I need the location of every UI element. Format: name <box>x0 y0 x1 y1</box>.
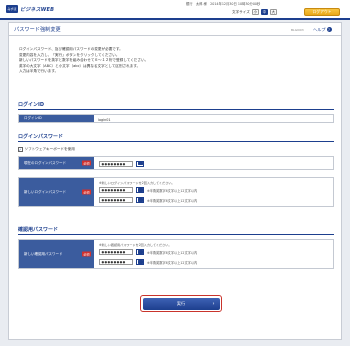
software-keyboard-option[interactable]: ✓ ソフトウェアキーボードを使用 <box>18 147 75 152</box>
required-badge: 必須 <box>81 189 91 195</box>
new-confirm-password-hint: ※新しい確認用パスワードを2回入力してください。 <box>99 243 172 247</box>
login-id-label-text: ログインID <box>24 116 42 120</box>
login-id-value: login01 <box>98 117 111 122</box>
new-login-password-cell: ※新しいログインパスワードを2回入力してください。 ●●●●●●●● ※半角英数… <box>94 178 333 206</box>
execute-button[interactable]: 実行 › <box>142 297 220 310</box>
new-confirm-password-label: 新しい確認用パスワード 必須 <box>19 240 94 268</box>
new-confirm-password-label-text: 新しい確認用パスワード <box>24 251 63 256</box>
new-login-password-hint: ※新しいログインパスワードを2回入力してください。 <box>99 181 175 185</box>
screen-id: BLGI003 <box>291 27 304 32</box>
help-link[interactable]: ヘルプ ? <box>313 27 332 33</box>
new-confirm-password-row: 新しい確認用パスワード 必須 ※新しい確認用パスワードを2回入力してください。 … <box>18 239 334 269</box>
current-login-password-row: 現在のログインパスワード 必須 ●●●●●●●● <box>18 156 334 170</box>
text-size-control: 文字サイズ 小 中 大 <box>232 9 277 15</box>
new-login-password-input[interactable]: ●●●●●●●● <box>99 187 133 193</box>
text-size-medium-button[interactable]: 中 <box>260 9 268 15</box>
software-keyboard-label: ソフトウェアキーボードを使用 <box>24 147 75 151</box>
new-confirm-password-confirm-input[interactable]: ●●●●●●●● <box>99 259 133 265</box>
execute-button-frame: 実行 › <box>140 295 222 312</box>
text-size-label: 文字サイズ <box>232 9 250 14</box>
password-rule-note: ※半角英数字6文字以上12文字以内 <box>147 199 198 203</box>
section-divider <box>18 234 334 235</box>
required-badge: 必須 <box>81 160 91 166</box>
password-rule-note: ※半角英数字6文字以上12文字以内 <box>147 251 198 255</box>
current-login-password-cell: ●●●●●●●● <box>94 157 333 169</box>
text-size-large-button[interactable]: 大 <box>269 9 277 15</box>
section-divider <box>18 141 334 142</box>
new-confirm-password-input[interactable]: ●●●●●●●● <box>99 249 133 255</box>
header-divider <box>0 18 350 20</box>
new-login-password-confirm-input[interactable]: ●●●●●●●● <box>99 197 133 203</box>
logo-mark: みずほ <box>6 5 18 13</box>
login-id-heading: ログインID <box>18 102 45 108</box>
software-keyboard-checkbox[interactable]: ✓ <box>18 147 23 152</box>
current-login-password-label-text: 現在のログインパスワード <box>24 160 66 165</box>
execute-label: 実行 <box>176 300 186 306</box>
user-login-info: 銀行 太郎 様 2014年12月30日 10時30分00秒 <box>186 2 261 6</box>
main-panel: パスワード強制変更 BLGI003 ヘルプ ? ログインパスワード、及び確認用パ… <box>8 22 342 340</box>
new-login-password-row: 新しいログインパスワード 必須 ※新しいログインパスワードを2回入力してください… <box>18 177 334 207</box>
logo-text: ビジネスWEB <box>20 6 55 13</box>
page-title: パスワード強制変更 <box>14 27 61 33</box>
current-login-password-label: 現在のログインパスワード 必須 <box>19 157 94 169</box>
keyboard-icon[interactable] <box>136 187 144 193</box>
login-id-row: ログインID login01 <box>18 114 334 123</box>
required-badge: 必須 <box>81 251 91 257</box>
section-divider <box>18 109 334 110</box>
app-header: みずほ ビジネスWEB 銀行 太郎 様 2014年12月30日 10時30分00… <box>0 0 350 18</box>
password-rule-note: ※半角英数字6文字以上12文字以内 <box>147 189 198 193</box>
help-label: ヘルプ <box>313 26 326 32</box>
login-password-heading: ログインパスワード <box>18 134 64 140</box>
help-icon: ? <box>326 27 332 32</box>
title-bar: パスワード強制変更 BLGI003 ヘルプ ? <box>9 23 341 36</box>
new-login-password-label-text: 新しいログインパスワード <box>24 189 66 194</box>
logo: みずほ ビジネスWEB <box>6 5 54 13</box>
chevron-right-icon: › <box>212 300 215 307</box>
new-confirm-password-cell: ※新しい確認用パスワードを2回入力してください。 ●●●●●●●● ※半角英数字… <box>94 240 333 268</box>
logout-button[interactable]: ログアウト <box>304 8 340 16</box>
instructions: ログインパスワード、及び確認用パスワードの変更が必要です。 変更内容を入力し、「… <box>19 47 148 75</box>
keyboard-icon[interactable] <box>136 249 144 255</box>
text-size-small-button[interactable]: 小 <box>251 9 259 15</box>
new-login-password-label: 新しいログインパスワード 必須 <box>19 178 94 206</box>
password-rule-note: ※半角英数字6文字以上12文字以内 <box>147 261 198 265</box>
keyboard-icon[interactable] <box>136 160 144 167</box>
instruction-line: 入力は半角で行います。 <box>19 69 59 74</box>
login-id-label: ログインID <box>19 115 94 122</box>
keyboard-icon[interactable] <box>136 197 144 203</box>
current-login-password-input[interactable]: ●●●●●●●● <box>99 160 133 167</box>
keyboard-icon[interactable] <box>136 259 144 265</box>
login-id-value-cell: login01 <box>94 115 333 122</box>
instruction-line: 新しいパスワードを英字と数字を組み合わせて６～１２桁で登録してください。 <box>19 58 149 63</box>
confirm-password-heading: 確認用パスワード <box>18 227 59 233</box>
